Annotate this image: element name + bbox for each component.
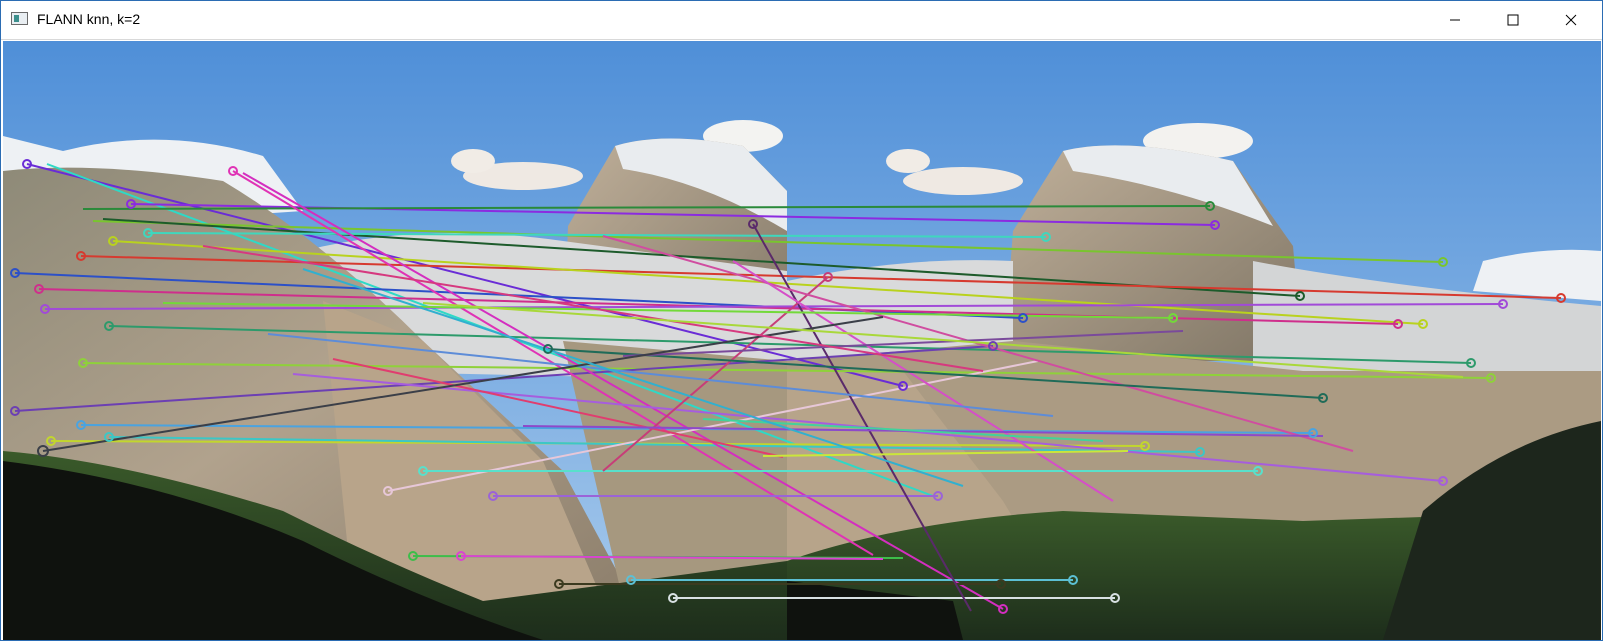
minimize-icon [1450,19,1460,21]
app-icon [11,12,28,25]
minimize-button[interactable] [1432,1,1478,39]
close-icon [1565,14,1577,26]
image-canvas [3,41,1601,640]
matches-image [3,41,1601,640]
maximize-icon [1507,14,1519,26]
title-bar[interactable]: FLANN knn, k=2 [1,1,1602,40]
right-photo [787,41,1601,640]
maximize-button[interactable] [1490,1,1536,39]
close-button[interactable] [1548,1,1594,39]
window-title: FLANN knn, k=2 [37,11,141,27]
opencv-window: FLANN knn, k=2 [0,0,1603,641]
